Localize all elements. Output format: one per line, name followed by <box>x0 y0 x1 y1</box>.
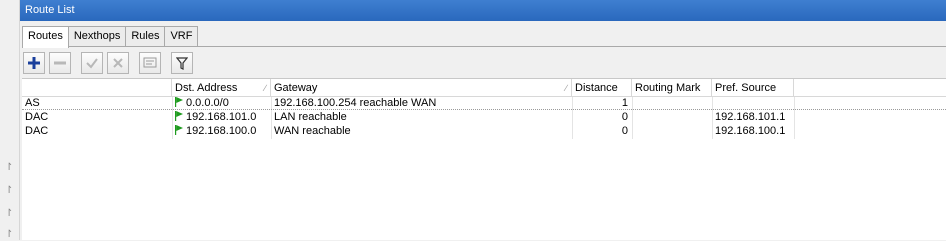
active-flag-icon <box>175 111 183 121</box>
disable-button[interactable] <box>107 52 129 74</box>
disable-icon <box>113 58 123 68</box>
filter-button[interactable] <box>171 52 193 74</box>
tab-nexthops[interactable]: Nexthops <box>67 26 127 47</box>
sort-icon: ∕ <box>264 83 266 93</box>
table-row[interactable]: AS 0.0.0.0/0 192.168.100.254 reachable W… <box>22 97 946 110</box>
route-list-window: Route List Routes Nexthops Rules VRF Dst… <box>20 0 946 240</box>
cell-distance: 1 <box>621 97 628 109</box>
side-marker-icon: ↾ <box>5 229 14 240</box>
enable-icon <box>86 58 98 69</box>
active-flag-icon <box>175 125 183 135</box>
cell-gateway: WAN reachable <box>274 125 351 137</box>
cell-dst-address: 192.168.100.0 <box>172 125 271 138</box>
cell-routing-mark <box>632 111 712 124</box>
column-header-type[interactable] <box>22 79 172 97</box>
table-row[interactable]: DAC 192.168.100.0 WAN reachable 0 192.16… <box>22 125 946 138</box>
cell-dst-address: 192.168.101.0 <box>172 111 271 124</box>
column-header-pref-source[interactable]: Pref. Source <box>712 79 794 97</box>
side-marker-icon: ↾ <box>5 185 14 196</box>
comment-icon <box>143 57 157 68</box>
column-header-label: Dst. Address <box>175 82 238 94</box>
dst-address-text: 192.168.101.0 <box>186 111 257 123</box>
cell-gateway: LAN reachable <box>274 111 347 123</box>
tab-divider <box>22 46 946 47</box>
cell-gateway: 192.168.100.254 reachable WAN <box>274 97 437 109</box>
side-marker-icon: ↾ <box>5 208 14 219</box>
cell-type: DAC <box>25 111 49 123</box>
toolbar <box>23 52 197 74</box>
cell-type: AS <box>25 97 40 109</box>
column-header-gateway[interactable]: Gateway ∕ <box>271 79 572 97</box>
cell-distance: 0 <box>621 111 628 123</box>
column-header-distance[interactable]: Distance <box>572 79 632 97</box>
column-header-routing-mark[interactable]: Routing Mark <box>632 79 712 97</box>
enable-button[interactable] <box>81 52 103 74</box>
cell-routing-mark <box>632 125 712 138</box>
remove-icon <box>54 61 66 65</box>
dst-address-text: 192.168.100.0 <box>186 125 257 137</box>
remove-button[interactable] <box>49 52 71 74</box>
filter-icon <box>176 56 188 70</box>
routes-table[interactable]: Dst. Address ∕ Gateway ∕ Distance Routing … <box>22 78 946 240</box>
tab-routes[interactable]: Routes <box>22 26 69 48</box>
table-header: Dst. Address ∕ Gateway ∕ Distance Routing … <box>22 79 946 97</box>
tab-rules[interactable]: Rules <box>125 26 166 47</box>
cell-routing-mark <box>632 97 712 110</box>
comment-button[interactable] <box>139 52 161 74</box>
tab-bar: Routes Nexthops Rules VRF <box>22 26 199 48</box>
cell-distance: 0 <box>621 125 628 137</box>
window-title[interactable]: Route List <box>20 0 946 21</box>
left-side-strip: ↾ ↾ ↾ ↾ <box>0 0 20 240</box>
column-header-dst-address[interactable]: Dst. Address ∕ <box>172 79 271 97</box>
cell-pref-source: 192.168.100.1 <box>715 125 786 137</box>
column-header-label: Gateway <box>274 82 318 94</box>
add-icon <box>28 57 40 69</box>
side-marker-icon: ↾ <box>5 162 14 173</box>
cell-pref-source <box>712 97 794 110</box>
add-button[interactable] <box>23 52 45 74</box>
cell-pref-source: 192.168.101.1 <box>715 111 786 123</box>
table-row[interactable]: DAC 192.168.101.0 LAN reachable 0 192.16… <box>22 111 946 124</box>
cell-dst-address: 0.0.0.0/0 <box>172 97 271 110</box>
sort-icon: ∕ <box>565 83 567 93</box>
dst-address-text: 0.0.0.0/0 <box>186 97 229 109</box>
cell-type: DAC <box>25 125 49 137</box>
tab-vrf[interactable]: VRF <box>164 26 199 47</box>
active-flag-icon <box>175 97 183 107</box>
